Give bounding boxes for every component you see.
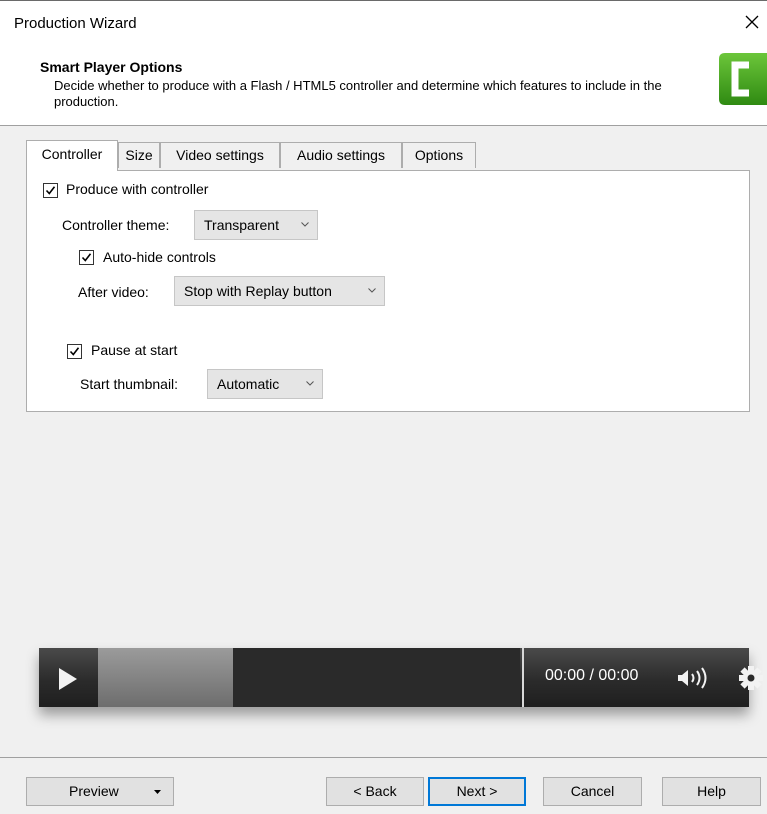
- produce-with-controller-checkbox[interactable]: [43, 183, 58, 198]
- chevron-down-icon: [368, 288, 376, 293]
- footer-divider: [0, 757, 767, 758]
- camtasia-logo-icon: [719, 53, 767, 105]
- caret-down-icon: [154, 790, 161, 794]
- gear-icon: [738, 665, 764, 694]
- start-thumbnail-label: Start thumbnail:: [80, 376, 179, 392]
- start-thumbnail-value: Automatic: [217, 376, 280, 392]
- chevron-down-icon: [301, 222, 309, 227]
- tab-options[interactable]: Options: [402, 142, 476, 168]
- auto-hide-controls-checkbox[interactable]: [79, 250, 94, 265]
- pause-at-start-checkbox[interactable]: [67, 344, 82, 359]
- produce-with-controller-label: Produce with controller: [66, 181, 209, 197]
- after-video-value: Stop with Replay button: [184, 283, 332, 299]
- cancel-button[interactable]: Cancel: [543, 777, 642, 806]
- progress-divider: [522, 648, 524, 707]
- help-button[interactable]: Help: [662, 777, 761, 806]
- play-icon: [57, 668, 79, 693]
- title-bar: Production Wizard: [0, 0, 767, 45]
- player-controls-preview: 00:00 / 00:00: [39, 648, 763, 707]
- close-icon[interactable]: [741, 11, 763, 33]
- back-button[interactable]: < Back: [326, 777, 424, 806]
- page-description: Decide whether to produce with a Flash /…: [54, 78, 662, 109]
- chevron-down-icon: [306, 381, 314, 386]
- controller-theme-select[interactable]: Transparent: [194, 210, 318, 240]
- tab-video-settings[interactable]: Video settings: [160, 142, 280, 168]
- tab-size[interactable]: Size: [118, 142, 160, 168]
- progress-fill: [98, 648, 234, 707]
- controller-theme-label: Controller theme:: [62, 217, 170, 233]
- wizard-header: Smart Player Options Decide whether to p…: [0, 44, 767, 126]
- window-title: Production Wizard: [14, 15, 137, 32]
- tab-audio-settings[interactable]: Audio settings: [280, 142, 402, 168]
- start-thumbnail-select[interactable]: Automatic: [207, 369, 323, 399]
- progress-track: [98, 648, 520, 707]
- after-video-label: After video:: [78, 284, 149, 300]
- preview-button-label: Preview: [69, 783, 119, 799]
- volume-icon: [677, 667, 715, 692]
- pause-at-start-label: Pause at start: [91, 342, 178, 358]
- time-display: 00:00 / 00:00: [545, 667, 639, 684]
- page-title: Smart Player Options: [40, 59, 183, 75]
- controller-panel: Produce with controller Controller theme…: [26, 170, 750, 412]
- preview-button[interactable]: Preview: [26, 777, 174, 806]
- next-button[interactable]: Next >: [428, 777, 526, 806]
- after-video-select[interactable]: Stop with Replay button: [174, 276, 385, 306]
- auto-hide-controls-label: Auto-hide controls: [103, 249, 216, 265]
- tab-controller[interactable]: Controller: [26, 140, 118, 171]
- controller-theme-value: Transparent: [204, 217, 279, 233]
